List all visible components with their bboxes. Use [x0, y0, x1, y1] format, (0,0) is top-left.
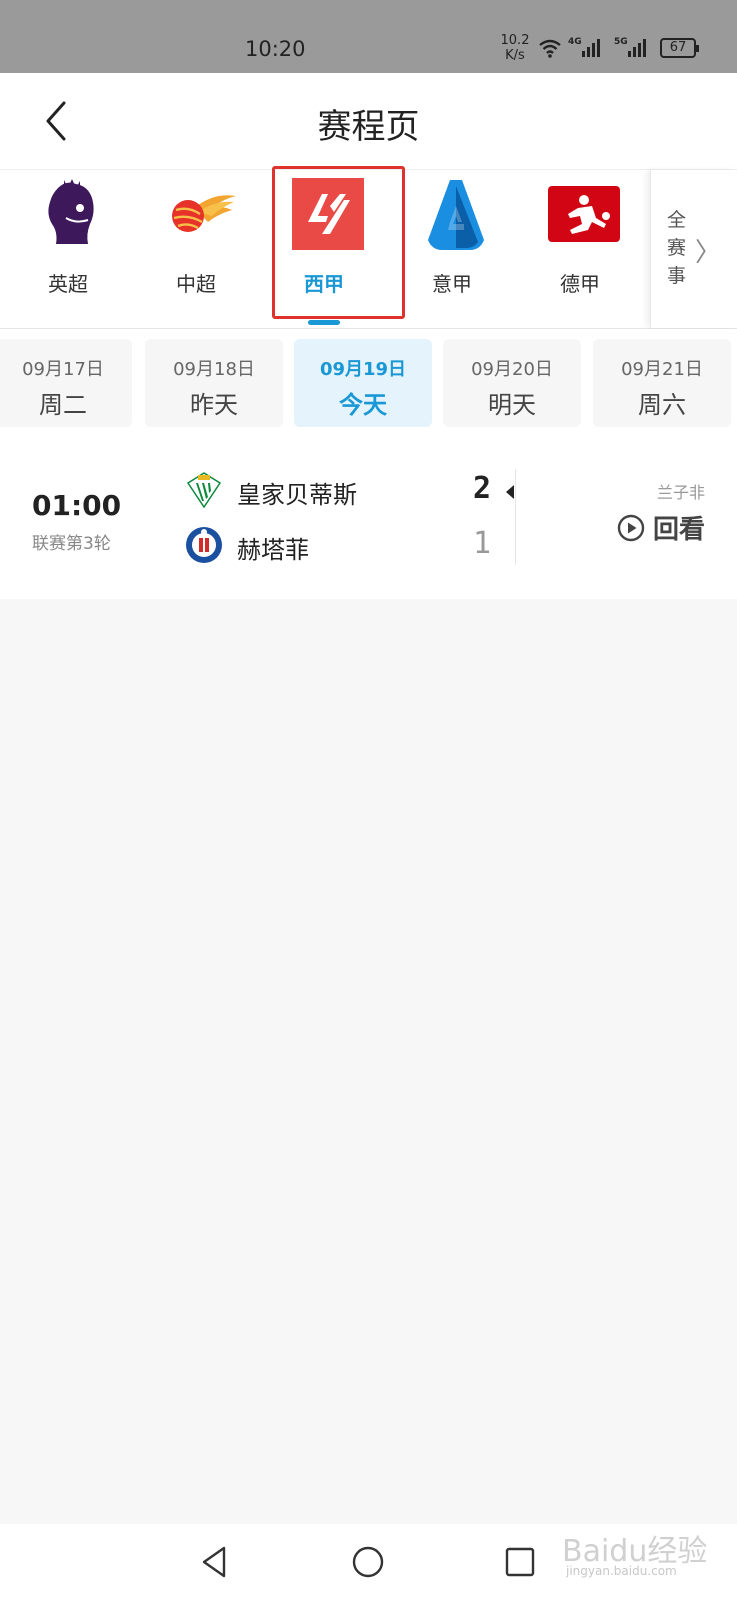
cellular-signal-icon: 5G: [614, 37, 654, 59]
circle-home-icon: [352, 1546, 384, 1578]
chevron-right-icon: 〉: [695, 238, 722, 268]
serie-a-logo-icon: [428, 180, 484, 250]
league-label: 英超: [48, 272, 88, 296]
page-title: 赛程页: [317, 107, 420, 147]
league-tab-premier-league[interactable]: 英超: [4, 170, 132, 328]
watermark-url: jingyan.baidu.com: [566, 1564, 677, 1578]
highlight-annotation: [272, 166, 405, 319]
match-time: 01:00: [32, 489, 122, 522]
bundesliga-logo-icon: [548, 186, 620, 242]
away-team-row: 赫塔菲 1: [185, 524, 505, 568]
date-tab[interactable]: 09月17日 周二: [0, 339, 132, 427]
nav-back-button[interactable]: [196, 1542, 236, 1582]
triangle-back-icon: [202, 1546, 226, 1578]
square-recents-icon: [505, 1547, 535, 1577]
real-betis-badge-icon: [186, 472, 222, 509]
league-tab-csl[interactable]: 中超: [132, 170, 260, 328]
divider: [515, 469, 516, 565]
date-tab[interactable]: 09月21日 周六: [593, 339, 731, 427]
match-card[interactable]: 01:00 联赛第3轮 皇家贝蒂斯 2 赫塔菲 1 兰子非 回看: [0, 439, 737, 599]
all-events-label: 全 赛 事: [667, 209, 687, 287]
wifi-icon: [539, 39, 561, 58]
premier-league-logo-icon: [48, 179, 94, 244]
date-tab[interactable]: 09月20日 明天: [443, 339, 581, 427]
league-label: 意甲: [432, 272, 472, 296]
date-tab[interactable]: 09月18日 昨天: [145, 339, 283, 427]
commentator-name: 兰子非: [656, 483, 705, 502]
winner-indicator-icon: [506, 485, 514, 499]
away-team-score: 1: [473, 526, 492, 561]
header: 赛程页: [0, 73, 737, 169]
status-time: 10:20: [245, 37, 306, 61]
replay-label: 回看: [652, 515, 705, 545]
replay-button[interactable]: 回看: [617, 509, 705, 546]
network-speed: 10.2 K/s: [500, 33, 530, 63]
active-tab-indicator: [308, 320, 340, 325]
league-label: 中超: [176, 272, 216, 296]
all-events-button[interactable]: 全 赛 事 〉: [650, 170, 737, 328]
status-icons: 4G 5G 67: [538, 36, 699, 60]
home-team-score: 2: [473, 471, 492, 506]
home-team-row: 皇家贝蒂斯 2: [185, 469, 505, 513]
league-tabs: 英超 中超 西甲 意甲 德甲 全 赛 事 〉: [0, 166, 737, 329]
csl-logo-icon: [172, 195, 236, 232]
league-tab-serie-a[interactable]: 意甲: [388, 170, 516, 328]
league-label: 德甲: [560, 272, 600, 296]
status-bar: 10:20 10.2 K/s 4G 5G 67: [0, 0, 737, 73]
home-team-name: 皇家贝蒂斯: [237, 481, 357, 509]
date-tabs: 09月17日 周二 09月18日 昨天 09月19日 今天 09月20日 明天 …: [0, 329, 737, 439]
cellular-signal-icon: 4G: [568, 37, 608, 59]
away-team-name: 赫塔菲: [237, 536, 309, 564]
nav-recents-button[interactable]: [500, 1542, 540, 1582]
nav-home-button[interactable]: [348, 1542, 388, 1582]
league-tab-bundesliga[interactable]: 德甲: [516, 170, 644, 328]
getafe-badge-icon: [186, 527, 222, 563]
battery-icon: 67: [660, 38, 699, 58]
play-circle-icon: [617, 514, 645, 541]
match-round: 联赛第3轮: [32, 534, 111, 554]
date-tab-today[interactable]: 09月19日 今天: [294, 339, 432, 427]
